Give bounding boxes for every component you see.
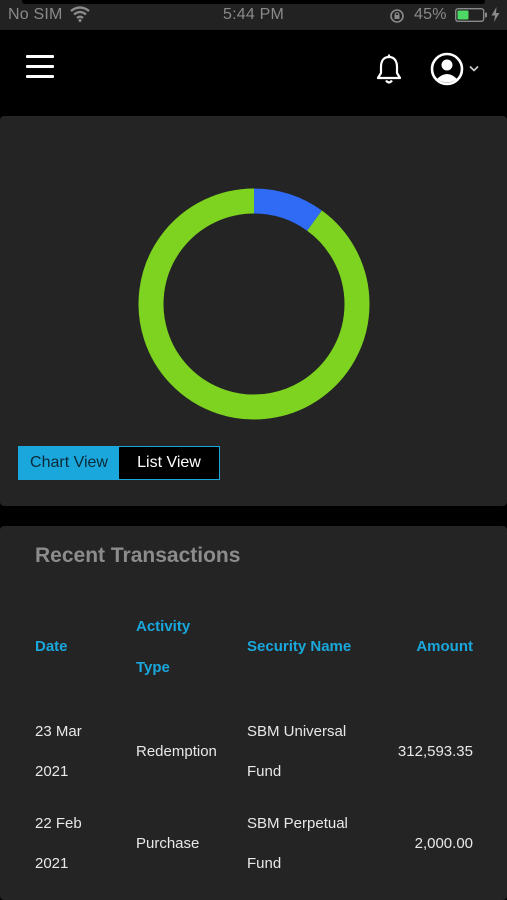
app-header [0, 30, 507, 114]
row-date-line2: 2021 [35, 763, 69, 780]
row-security-line2: Fund [247, 763, 282, 780]
section-title: Recent Transactions [35, 544, 241, 567]
column-header-activity-line1: Activity [136, 618, 191, 635]
chart-view-button[interactable]: Chart View [19, 447, 119, 479]
bell-icon[interactable] [374, 54, 404, 86]
recent-transactions-card: Recent Transactions Date Activity Type S… [0, 526, 507, 900]
row-security-line1: SBM Perpetual [247, 815, 348, 832]
column-header-security: Security Name [247, 638, 352, 655]
row-activity: Redemption [136, 743, 217, 760]
row-date-line1: 23 Mar [35, 723, 82, 740]
profile-menu-button[interactable] [430, 52, 482, 88]
orientation-lock-icon [390, 9, 404, 23]
row-amount: 2,000.00 [414, 835, 473, 852]
list-view-button[interactable]: List View [119, 447, 219, 479]
column-header-date: Date [35, 638, 68, 655]
view-toggle: Chart View List View [18, 446, 220, 480]
status-bar-topline [22, 0, 485, 4]
allocation-donut-chart [138, 188, 370, 420]
row-date-line2: 2021 [35, 855, 69, 872]
row-date-line1: 22 Feb [35, 815, 82, 832]
row-activity: Purchase [136, 835, 200, 852]
portfolio-chart-card: Chart View List View [0, 116, 507, 506]
column-header-activity-line2: Type [136, 659, 170, 676]
battery-icon [455, 8, 487, 22]
donut-slice-1[interactable] [253, 188, 322, 232]
user-circle-icon [430, 52, 464, 86]
hamburger-menu-icon[interactable] [26, 55, 54, 79]
column-header-amount: Amount [416, 638, 473, 655]
row-security-line2: Fund [247, 855, 282, 872]
battery-percent: 45% [414, 6, 447, 23]
donut-slice-2[interactable] [138, 188, 370, 420]
charging-bolt-icon [491, 7, 500, 22]
chevron-down-icon [469, 65, 479, 72]
row-security-line1: SBM Universal [247, 723, 347, 740]
row-amount: 312,593.35 [397, 743, 473, 760]
status-bar: No SIM 5:44 PM 45% [0, 0, 507, 30]
